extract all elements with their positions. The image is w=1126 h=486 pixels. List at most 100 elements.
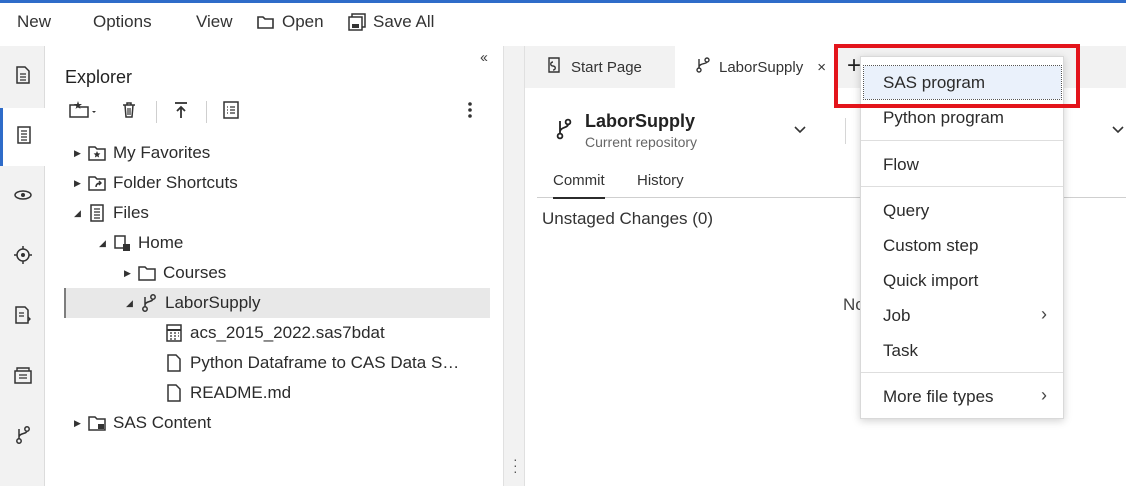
menu-separator bbox=[861, 372, 1063, 373]
branch-chevron-down-icon[interactable] bbox=[1111, 122, 1125, 140]
close-tab-icon[interactable]: × bbox=[817, 59, 826, 76]
tree-item-label: README.md bbox=[190, 383, 292, 402]
libraries-icon bbox=[12, 185, 34, 210]
tree-item-dataset[interactable]: acs_2015_2022.sas7bdat bbox=[164, 318, 385, 348]
explorer-panel: ‹‹ Explorer ▶ My Favorites ▶ Folder Shor… bbox=[46, 46, 502, 486]
options-menu[interactable]: Options bbox=[93, 12, 152, 32]
tree-item-sas-content[interactable]: ▶ SAS Content bbox=[74, 408, 211, 438]
tab-commit[interactable]: Commit bbox=[553, 172, 605, 199]
menu-item-label: Query bbox=[883, 200, 930, 220]
tree-item-label: Home bbox=[138, 233, 184, 252]
home-folder-icon bbox=[112, 233, 132, 253]
save-all-button[interactable]: Save All bbox=[347, 12, 434, 32]
tree-item-files[interactable]: ◢ Files bbox=[74, 198, 149, 228]
properties-button[interactable] bbox=[222, 100, 240, 124]
new-item-dropdown: SAS program Python program Flow Query Cu… bbox=[860, 56, 1064, 419]
view-menu[interactable]: View bbox=[196, 12, 233, 32]
unstaged-changes-header: Unstaged Changes (0) bbox=[542, 209, 714, 228]
git-repo-icon bbox=[555, 118, 573, 145]
menu-item-custom-step[interactable]: Custom step bbox=[861, 229, 1063, 262]
rail-libraries-button[interactable] bbox=[0, 168, 45, 226]
tab-start-page[interactable]: Start Page bbox=[545, 46, 673, 88]
trash-icon bbox=[120, 100, 138, 125]
expand-arrow-icon[interactable]: ▶ bbox=[74, 418, 84, 429]
tab-label: Start Page bbox=[571, 58, 642, 76]
rail-steps-button[interactable] bbox=[0, 228, 45, 286]
menu-item-more-file-types[interactable]: More file types › bbox=[861, 380, 1063, 413]
tree-item-laborsupply[interactable]: ◢ LaborSupply bbox=[64, 288, 490, 318]
chevron-right-icon: › bbox=[1041, 385, 1047, 405]
collapse-arrow-icon[interactable]: ◢ bbox=[74, 208, 84, 219]
tree-item-python-notebook[interactable]: Python Dataframe to CAS Data S… bbox=[164, 348, 459, 378]
tab-label: LaborSupply bbox=[719, 58, 804, 76]
clinical-icon bbox=[12, 365, 34, 390]
tab-laborsupply[interactable]: LaborSupply × bbox=[675, 46, 835, 88]
collapse-arrow-icon[interactable]: ◢ bbox=[126, 298, 136, 309]
file-icon bbox=[164, 353, 184, 373]
tree-item-label: Files bbox=[113, 203, 149, 222]
snippets-icon bbox=[13, 305, 33, 330]
expand-arrow-icon[interactable]: ▶ bbox=[74, 178, 84, 189]
folder-icon bbox=[137, 263, 157, 283]
tree-item-home[interactable]: ◢ Home bbox=[99, 228, 183, 258]
new-folder-menu-button[interactable] bbox=[68, 100, 98, 124]
options-menu-label: Options bbox=[93, 12, 152, 31]
menu-item-label: Quick import bbox=[883, 270, 979, 290]
save-all-label: Save All bbox=[373, 12, 435, 31]
menu-separator bbox=[861, 186, 1063, 187]
repository-name: LaborSupply bbox=[585, 111, 696, 131]
tree-item-label: acs_2015_2022.sas7bdat bbox=[190, 323, 385, 342]
repository-subtitle: Current repository bbox=[585, 134, 698, 150]
vertical-ellipsis-icon bbox=[466, 100, 474, 125]
open-button[interactable]: Open bbox=[256, 12, 324, 32]
tree-item-label: SAS Content bbox=[113, 413, 212, 432]
menu-separator bbox=[861, 140, 1063, 141]
chevron-right-icon: › bbox=[1041, 304, 1047, 324]
pane-splitter[interactable]: · · · bbox=[503, 46, 525, 486]
new-menu[interactable]: New bbox=[17, 12, 51, 32]
folder-open-icon bbox=[256, 13, 276, 31]
rail-snippets-button[interactable] bbox=[0, 288, 45, 346]
menu-item-label: Custom step bbox=[883, 235, 979, 255]
menu-item-flow[interactable]: Flow bbox=[861, 148, 1063, 181]
properties-list-icon bbox=[222, 100, 240, 125]
git-branch-icon bbox=[695, 56, 711, 78]
rail-clinical-button[interactable] bbox=[0, 348, 45, 406]
rail-explorer-button[interactable] bbox=[0, 108, 45, 166]
tree-item-label: Python Dataframe to CAS Data S… bbox=[190, 353, 460, 372]
rail-open-item-button[interactable] bbox=[0, 48, 45, 106]
tree-item-readme[interactable]: README.md bbox=[164, 378, 291, 408]
tree-item-folder-shortcuts[interactable]: ▶ Folder Shortcuts bbox=[74, 168, 238, 198]
menu-item-label: Task bbox=[883, 340, 918, 360]
upload-icon bbox=[172, 100, 190, 125]
activity-rail bbox=[0, 46, 45, 486]
collapse-pane-button[interactable]: ‹‹ bbox=[480, 49, 488, 66]
dataset-icon bbox=[164, 323, 184, 343]
expand-arrow-icon[interactable]: ▶ bbox=[124, 268, 134, 279]
delete-button[interactable] bbox=[120, 100, 138, 124]
view-menu-label: View bbox=[196, 12, 233, 31]
menu-item-quick-import[interactable]: Quick import bbox=[861, 264, 1063, 297]
tree-item-my-favorites[interactable]: ▶ My Favorites bbox=[74, 138, 210, 168]
menu-item-query[interactable]: Query bbox=[861, 194, 1063, 227]
git-icon bbox=[14, 425, 32, 450]
upload-button[interactable] bbox=[172, 100, 190, 124]
document-icon bbox=[14, 65, 32, 90]
chevron-down-icon[interactable] bbox=[793, 122, 807, 140]
splitter-grip-icon[interactable]: · · · bbox=[513, 452, 518, 478]
menu-item-job[interactable]: Job › bbox=[861, 299, 1063, 332]
files-icon bbox=[87, 203, 107, 223]
red-highlight-box bbox=[834, 44, 1080, 108]
menu-item-task[interactable]: Task bbox=[861, 334, 1063, 367]
explorer-title: Explorer bbox=[65, 67, 133, 87]
tab-history[interactable]: History bbox=[637, 172, 684, 189]
rail-git-button[interactable] bbox=[0, 408, 45, 466]
tree-item-label: LaborSupply bbox=[165, 293, 261, 312]
menu-item-label: Flow bbox=[883, 154, 919, 174]
tree-item-courses[interactable]: ▶ Courses bbox=[124, 258, 226, 288]
collapse-arrow-icon[interactable]: ◢ bbox=[99, 238, 109, 249]
toolbar-separator bbox=[156, 101, 157, 123]
expand-arrow-icon[interactable]: ▶ bbox=[74, 148, 84, 159]
file-icon bbox=[164, 383, 184, 403]
more-options-button[interactable] bbox=[466, 100, 474, 124]
